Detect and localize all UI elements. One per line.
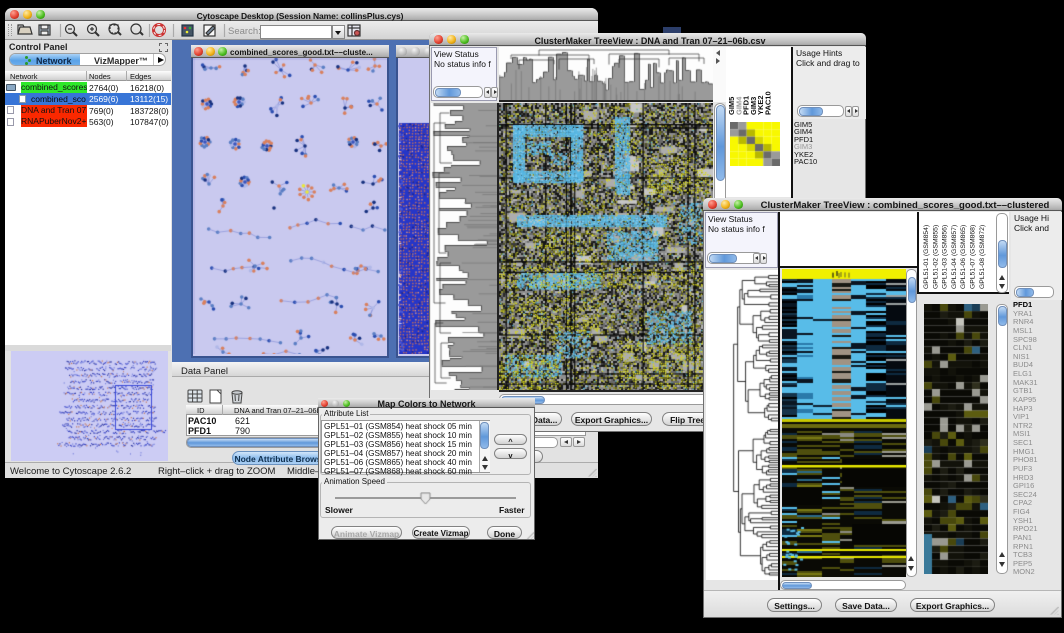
svg-text:GPL51-02 (GSM855): GPL51-02 (GSM855) [932, 225, 939, 289]
svg-text:GPL51-03 (GSM856): GPL51-03 (GSM856) [942, 225, 949, 289]
svg-text:GPL51-07 (GSM868): GPL51-07 (GSM868) [970, 225, 977, 289]
svg-text:GPL51-06 (GSM865): GPL51-06 (GSM865) [960, 225, 967, 289]
svg-text:GPL51-01 (GSM854): GPL51-01 (GSM854) [923, 225, 930, 289]
svg-text:PAC10: PAC10 [764, 91, 773, 115]
svg-text:GPL51-08 (GSM872): GPL51-08 (GSM872) [979, 225, 986, 289]
svg-text:GPL51-04 (GSM857): GPL51-04 (GSM857) [951, 225, 958, 289]
